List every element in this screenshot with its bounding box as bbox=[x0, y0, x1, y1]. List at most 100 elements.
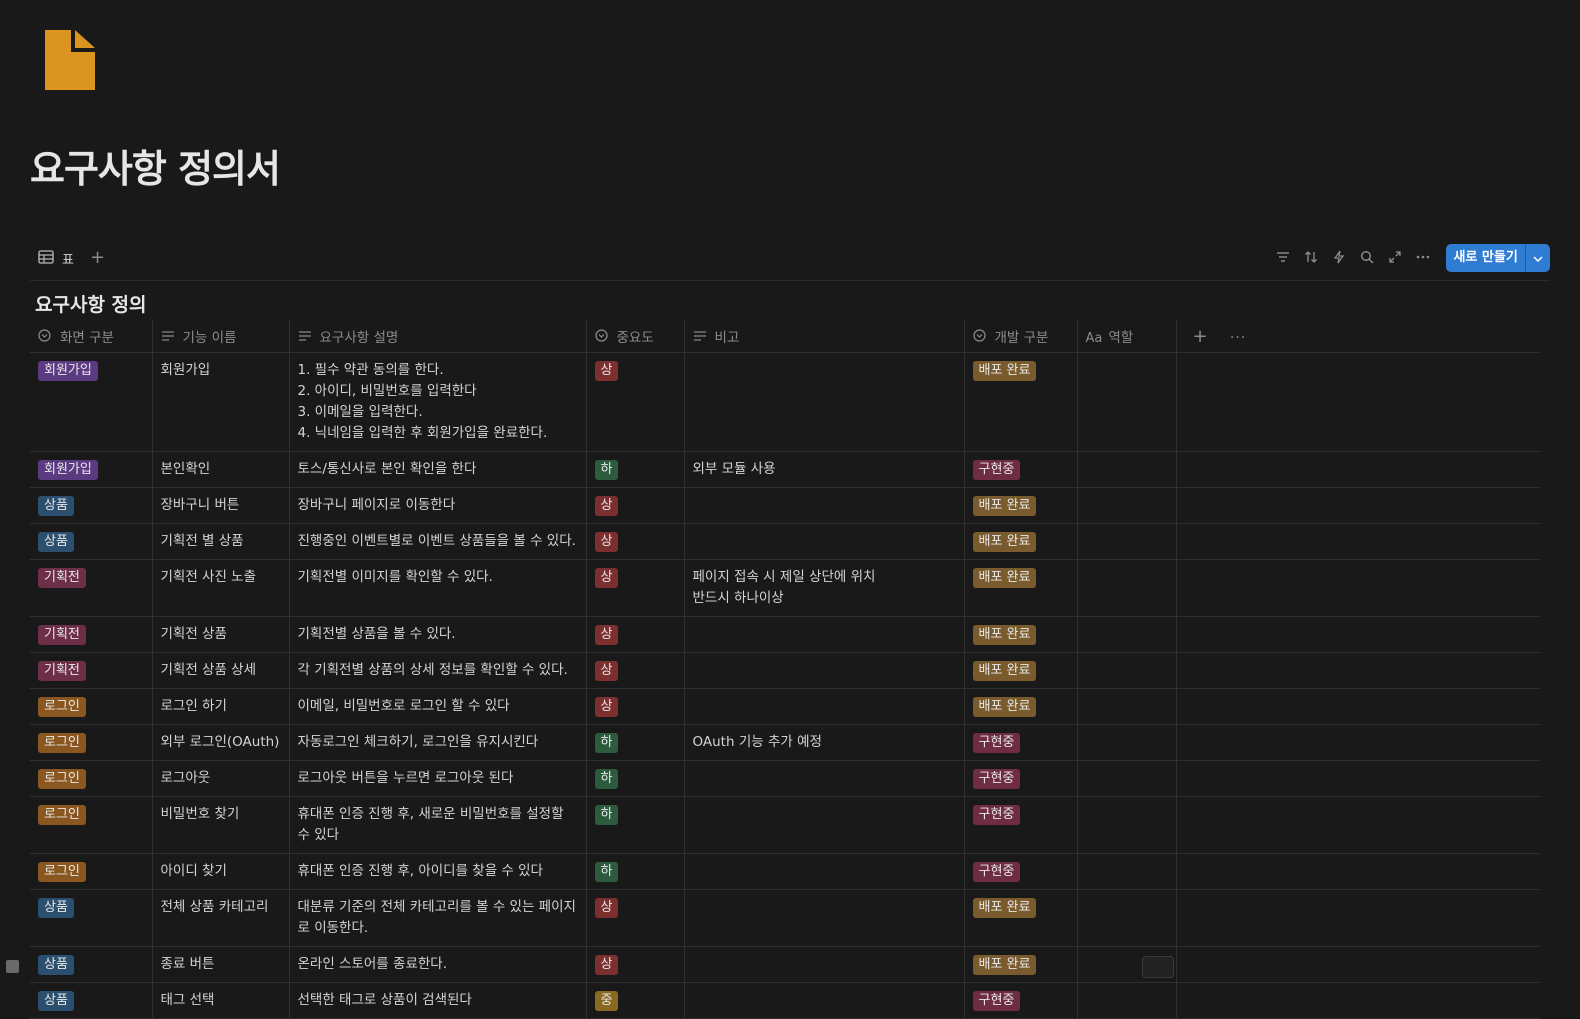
cell-screen[interactable]: 기획전 bbox=[30, 559, 152, 617]
cell-note[interactable] bbox=[683, 616, 964, 653]
cell-role[interactable] bbox=[1076, 853, 1176, 890]
cell-priority[interactable]: 상 bbox=[585, 889, 684, 947]
cell-feature[interactable]: 장바구니 버튼 bbox=[151, 487, 289, 524]
cell-role[interactable] bbox=[1076, 523, 1176, 560]
more-icon[interactable] bbox=[1414, 248, 1432, 266]
cell-description[interactable]: 온라인 스토어를 종료한다. bbox=[288, 946, 586, 983]
table-row[interactable]: 기획전 기획전 상품 기획전별 상품을 볼 수 있다. 상 배포 완료 bbox=[30, 616, 1540, 653]
lightning-icon[interactable] bbox=[1330, 248, 1348, 266]
cell-screen[interactable]: 기획전 bbox=[30, 616, 152, 653]
table-row[interactable]: 회원가입 회원가입 1. 필수 약관 동의를 한다. 2. 아이디, 비밀번호를 입… bbox=[30, 352, 1540, 452]
table-row[interactable]: 로그인 로그아웃 로그아웃 버튼을 누르면 로그아웃 된다 하 구현중 bbox=[30, 760, 1540, 797]
cell-role[interactable] bbox=[1076, 688, 1176, 725]
table-row[interactable]: 기획전 기획전 상품 상세 각 기획전별 상품의 상세 정보를 확인할 수 있다. 상… bbox=[30, 652, 1540, 689]
new-button[interactable]: 새로 만들기 bbox=[1446, 244, 1550, 272]
table-row[interactable]: 상품 전체 상품 카테고리 대분류 기준의 전체 카테고리를 볼 수 있는 페이지로… bbox=[30, 889, 1540, 947]
cell-priority[interactable]: 상 bbox=[585, 487, 684, 524]
cell-priority[interactable]: 상 bbox=[585, 616, 684, 653]
cell-status[interactable]: 구현중 bbox=[963, 760, 1077, 797]
cell-note[interactable]: 외부 모듈 사용 bbox=[683, 451, 964, 488]
cell-role[interactable] bbox=[1076, 487, 1176, 524]
cell-priority[interactable]: 하 bbox=[585, 853, 684, 890]
cell-description[interactable]: 각 기획전별 상품의 상세 정보를 확인할 수 있다. bbox=[288, 652, 586, 689]
cell-status[interactable]: 배포 완료 bbox=[963, 889, 1077, 947]
cell-note[interactable] bbox=[683, 688, 964, 725]
cell-role[interactable] bbox=[1076, 889, 1176, 947]
cell-description[interactable]: 이메일, 비밀번호로 로그인 할 수 있다 bbox=[288, 688, 586, 725]
cell-priority[interactable]: 상 bbox=[585, 688, 684, 725]
cell-role[interactable] bbox=[1076, 982, 1176, 1019]
cell-description[interactable]: 1. 필수 약관 동의를 한다. 2. 아이디, 비밀번호를 입력한다 3. 이… bbox=[288, 352, 586, 452]
add-property-icon[interactable]: + bbox=[1193, 326, 1208, 347]
open-row-icon[interactable] bbox=[1142, 956, 1174, 978]
cell-description[interactable]: 휴대폰 인증 진행 후, 아이디를 찾을 수 있다 bbox=[288, 853, 586, 890]
sort-icon[interactable] bbox=[1302, 248, 1320, 266]
cell-description[interactable]: 장바구니 페이지로 이동한다 bbox=[288, 487, 586, 524]
cell-feature[interactable]: 기획전 상품 상세 bbox=[151, 652, 289, 689]
table-row[interactable]: 상품 태그 선택 선택한 태그로 상품이 검색된다 중 구현중 bbox=[30, 982, 1540, 1019]
cell-screen[interactable]: 로그인 bbox=[30, 853, 152, 890]
cell-priority[interactable]: 하 bbox=[585, 796, 684, 854]
cell-feature[interactable]: 기획전 상품 bbox=[151, 616, 289, 653]
cell-status[interactable]: 배포 완료 bbox=[963, 688, 1077, 725]
cell-priority[interactable]: 하 bbox=[585, 451, 684, 488]
cell-note[interactable] bbox=[683, 352, 964, 452]
cell-priority[interactable]: 상 bbox=[585, 946, 684, 983]
cell-role[interactable] bbox=[1076, 724, 1176, 761]
cell-status[interactable]: 배포 완료 bbox=[963, 946, 1077, 983]
cell-screen[interactable]: 회원가입 bbox=[30, 352, 152, 452]
column-header-screen[interactable]: 화면 구분 bbox=[30, 320, 152, 353]
page-icon[interactable] bbox=[45, 30, 95, 90]
cell-status[interactable]: 배포 완료 bbox=[963, 352, 1077, 452]
cell-role[interactable] bbox=[1076, 796, 1176, 854]
cell-role[interactable] bbox=[1076, 559, 1176, 617]
cell-status[interactable]: 배포 완료 bbox=[963, 616, 1077, 653]
chevron-down-icon[interactable] bbox=[1526, 251, 1550, 266]
cell-feature[interactable]: 기획전 별 상품 bbox=[151, 523, 289, 560]
cell-note[interactable]: 페이지 접속 시 제일 상단에 위치 반드시 하나이상 bbox=[683, 559, 964, 617]
cell-screen[interactable]: 회원가입 bbox=[30, 451, 152, 488]
column-header-note[interactable]: 비고 bbox=[683, 320, 964, 353]
cell-feature[interactable]: 로그아웃 bbox=[151, 760, 289, 797]
filter-icon[interactable] bbox=[1274, 248, 1292, 266]
more-options-icon[interactable]: ··· bbox=[1230, 330, 1246, 346]
cell-feature[interactable]: 외부 로그인(OAuth) bbox=[151, 724, 289, 761]
cell-screen[interactable]: 상품 bbox=[30, 523, 152, 560]
column-header-feature[interactable]: 기능 이름 bbox=[151, 320, 289, 353]
cell-screen[interactable]: 로그인 bbox=[30, 760, 152, 797]
expand-icon[interactable] bbox=[1386, 248, 1404, 266]
cell-feature[interactable]: 본인확인 bbox=[151, 451, 289, 488]
cell-description[interactable]: 선택한 태그로 상품이 검색된다 bbox=[288, 982, 586, 1019]
tab-table-view[interactable]: 표 bbox=[38, 249, 74, 268]
cell-status[interactable]: 배포 완료 bbox=[963, 652, 1077, 689]
cell-priority[interactable]: 하 bbox=[585, 760, 684, 797]
cell-note[interactable]: OAuth 기능 추가 예정 bbox=[683, 724, 964, 761]
table-row[interactable]: 로그인 아이디 찾기 휴대폰 인증 진행 후, 아이디를 찾을 수 있다 하 구현중 bbox=[30, 853, 1540, 890]
cell-feature[interactable]: 태그 선택 bbox=[151, 982, 289, 1019]
cell-role[interactable] bbox=[1076, 652, 1176, 689]
cell-priority[interactable]: 상 bbox=[585, 559, 684, 617]
cell-status[interactable]: 배포 완료 bbox=[963, 487, 1077, 524]
cell-description[interactable]: 대분류 기준의 전체 카테고리를 볼 수 있는 페이지로 이동한다. bbox=[288, 889, 586, 947]
search-icon[interactable] bbox=[1358, 248, 1376, 266]
table-row[interactable]: 로그인 외부 로그인(OAuth) 자동로그인 체크하기, 로그인을 유지시킨다 하 O… bbox=[30, 724, 1540, 761]
cell-priority[interactable]: 하 bbox=[585, 724, 684, 761]
cell-status[interactable]: 구현중 bbox=[963, 796, 1077, 854]
cell-screen[interactable]: 로그인 bbox=[30, 796, 152, 854]
cell-screen[interactable]: 로그인 bbox=[30, 688, 152, 725]
cell-note[interactable] bbox=[683, 652, 964, 689]
row-select-checkbox[interactable] bbox=[6, 960, 19, 973]
cell-screen[interactable]: 상품 bbox=[30, 982, 152, 1019]
cell-description[interactable]: 진행중인 이벤트별로 이벤트 상품들을 볼 수 있다. bbox=[288, 523, 586, 560]
cell-status[interactable]: 배포 완료 bbox=[963, 559, 1077, 617]
cell-description[interactable]: 휴대폰 인증 진행 후, 새로운 비밀번호를 설정할 수 있다 bbox=[288, 796, 586, 854]
cell-description[interactable]: 로그아웃 버튼을 누르면 로그아웃 된다 bbox=[288, 760, 586, 797]
column-header-description[interactable]: 요구사항 설명 bbox=[288, 320, 586, 353]
cell-note[interactable] bbox=[683, 946, 964, 983]
cell-status[interactable]: 구현중 bbox=[963, 724, 1077, 761]
table-row[interactable]: 로그인 로그인 하기 이메일, 비밀번호로 로그인 할 수 있다 상 배포 완료 bbox=[30, 688, 1540, 725]
new-button-label[interactable]: 새로 만들기 bbox=[1446, 244, 1527, 272]
cell-role[interactable] bbox=[1076, 451, 1176, 488]
cell-feature[interactable]: 전체 상품 카테고리 bbox=[151, 889, 289, 947]
cell-note[interactable] bbox=[683, 523, 964, 560]
